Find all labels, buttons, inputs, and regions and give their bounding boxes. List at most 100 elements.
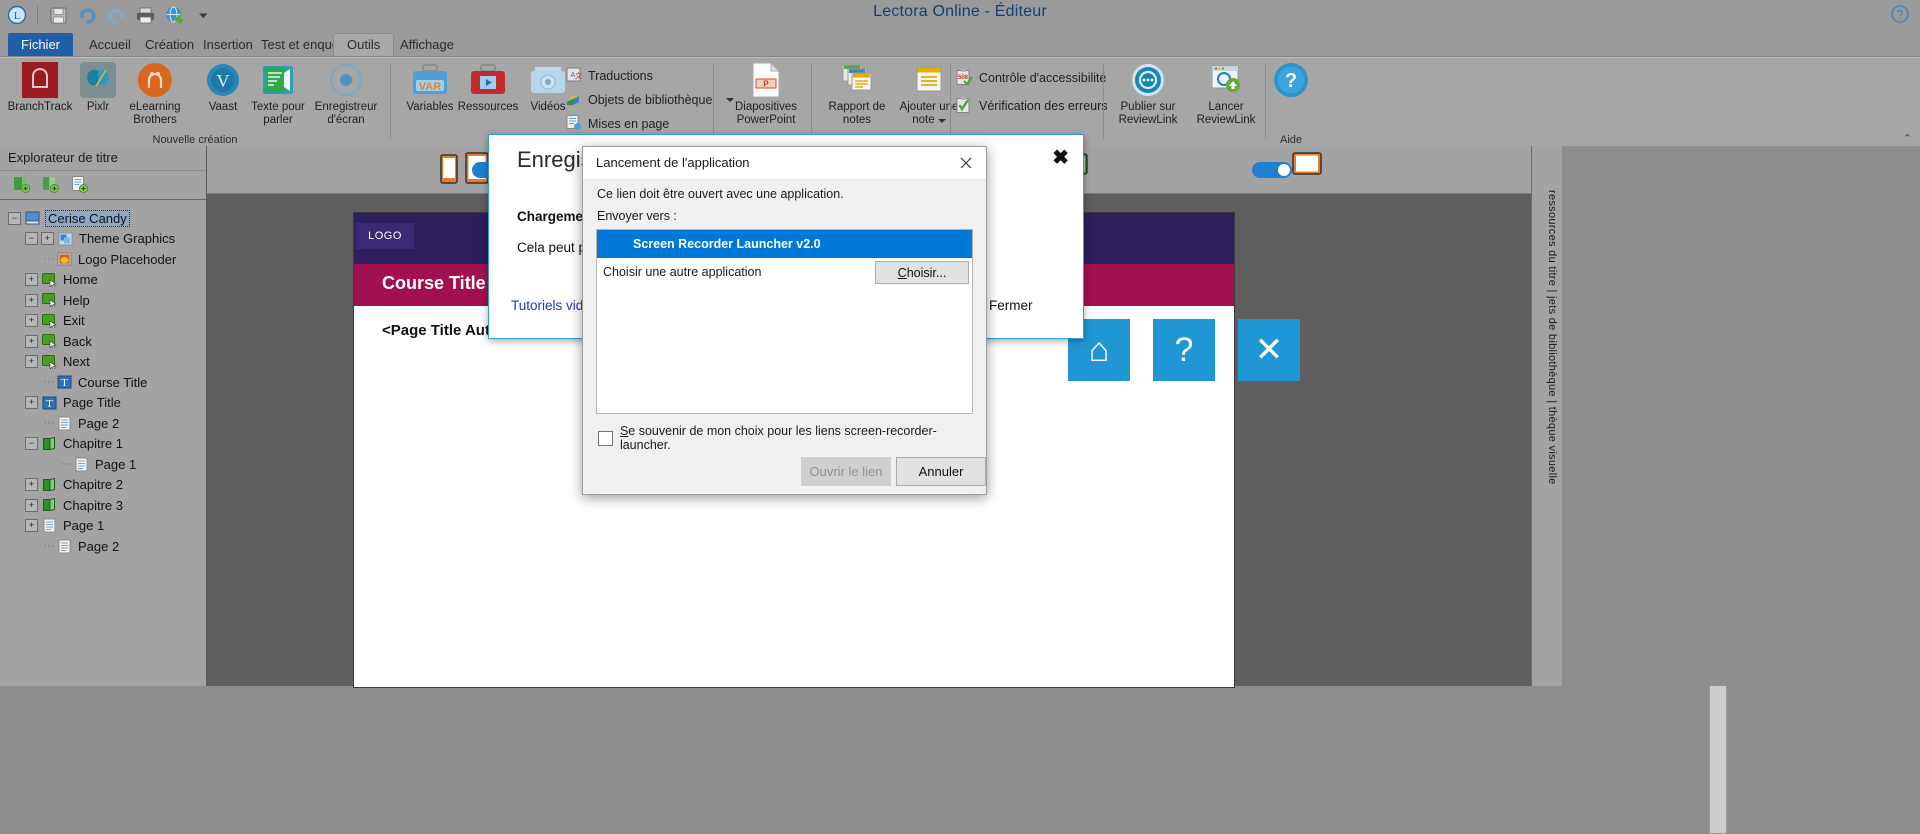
tree-expand-toggle[interactable]: + [25, 355, 38, 369]
tree-item-home[interactable]: + Home [0, 270, 206, 291]
chapter-icon [41, 477, 58, 492]
application-option-other[interactable]: Choisir une autre application Choisir... [597, 258, 972, 286]
tree-item-logo-placehoder[interactable]: ··· Logo Placehoder [0, 249, 206, 270]
theme-graphics-icon [57, 231, 74, 246]
add-page-icon[interactable] [70, 174, 89, 196]
tree-item-label: Exit [63, 313, 85, 329]
tree-item-back[interactable]: + Back [0, 331, 206, 352]
tree-item-exit[interactable]: + Exit [0, 311, 206, 332]
device-landscape-icon[interactable] [1292, 152, 1322, 179]
svg-text:?: ? [1897, 8, 1904, 22]
tree-item-page-2[interactable]: ··· Page 2 [0, 413, 206, 434]
ribbon-button-lancer-reviewlink[interactable]: Lancer ReviewLink [1183, 61, 1269, 127]
tree-item-label: Help [63, 292, 90, 308]
tree-item-course-title[interactable]: ··· T Course Title [0, 372, 206, 393]
screen-recorder-icon [308, 61, 384, 99]
ribbon-button-traductions[interactable]: A文 Traductions [565, 65, 653, 87]
chevron-down-icon[interactable] [937, 119, 946, 123]
ribbon-button-mises-en-page[interactable]: Mises en page [565, 113, 669, 135]
application-option-screen-recorder[interactable]: Screen Recorder Launcher v2.0 [597, 230, 972, 258]
tree-expand-toggle[interactable]: + [25, 519, 38, 533]
tree-item-label: Page Title [63, 395, 121, 411]
tree-item-label: Logo Placehoder [78, 251, 177, 267]
ribbon-collapse-icon[interactable]: ⌃ [1903, 132, 1912, 145]
ribbon-button-elearning-brothers[interactable]: eLearning Brothers [117, 61, 193, 127]
ribbon-button-controle-accessibilite[interactable]: 508 Contrôle d'accessibilité [955, 67, 1106, 89]
choose-application-button[interactable]: Choisir... [875, 261, 969, 284]
remember-choice-checkbox[interactable] [598, 430, 613, 446]
tab-fichier[interactable]: Fichier [8, 33, 74, 56]
tree-item-cerise-candy[interactable]: − Cerise Candy [0, 208, 206, 229]
tree-expand-toggle[interactable]: + [25, 478, 38, 492]
tree-item-theme-graphics[interactable]: − + Theme Graphics [0, 229, 206, 250]
screen-recorder-dialog-body: Cela peut pr [517, 240, 591, 255]
ribbon-button-texte-pour-parler[interactable]: Texte pour parler [240, 61, 316, 127]
tab-outils[interactable]: Outils [333, 33, 395, 56]
page-logo-placeholder: LOGO [356, 223, 414, 249]
tree-item-label: Back [63, 333, 92, 349]
tree-expand-toggle[interactable]: + [25, 396, 38, 410]
device-toggle-2[interactable] [1252, 162, 1292, 178]
video-tutorials-link[interactable]: Tutoriels vid [511, 298, 583, 313]
right-rail-label: ressources du titre | jets de bibliothèq… [1546, 190, 1558, 485]
chapter-icon [41, 436, 58, 451]
ribbon-button-diapositives-powerpoint[interactable]: P Diapositives PowerPoint [724, 61, 808, 127]
tree-item-next[interactable]: + Next [0, 352, 206, 373]
close-icon[interactable]: ✖ [1052, 145, 1069, 170]
tree-item-label: Chapitre 3 [63, 497, 123, 513]
svg-text:V: V [217, 71, 230, 91]
tree-item-page-1[interactable]: + Page 1 [0, 516, 206, 537]
help-nav-button[interactable]: ? [1153, 319, 1215, 381]
tree-item-chapitre-3[interactable]: + Chapitre 3 [0, 495, 206, 516]
ribbon-divider [713, 63, 714, 139]
tree-item-page-1[interactable]: ··· Page 1 [0, 454, 206, 475]
add-section-icon[interactable] [41, 174, 60, 196]
tree-expand-toggle[interactable]: + [25, 498, 38, 512]
ribbon-button-publier-reviewlink[interactable]: Publier sur ReviewLink [1105, 61, 1191, 127]
remember-choice-checkbox-row[interactable]: Se souvenir de mon choix pour les liens … [598, 424, 986, 452]
elearning-brothers-icon [117, 61, 193, 99]
tree-line: ··· [43, 253, 55, 266]
ribbon-button-aide[interactable]: ? [1267, 61, 1315, 101]
ribbon-group-reviewlink: Publier sur ReviewLink Lancer ReviewLink [1105, 57, 1265, 147]
ribbon-label: Traductions [588, 69, 653, 83]
device-phone-icon[interactable] [440, 154, 458, 187]
tree-expand-toggle[interactable]: + [25, 314, 38, 328]
title-explorer-header: Explorateur de titre [0, 146, 206, 171]
tree-expand-toggle[interactable]: + [25, 273, 38, 287]
ribbon-button-rapport-de-notes[interactable]: Rapport de notes [818, 61, 896, 127]
tree-item-label: Chapitre 2 [63, 477, 123, 493]
tree-collapse-toggle[interactable]: − [25, 232, 38, 246]
tree-item-chapitre-1[interactable]: − Chapitre 1 [0, 434, 206, 455]
tree-expand-toggle[interactable]: + [25, 293, 38, 307]
cancel-button[interactable]: Annuler [896, 457, 986, 486]
tree-collapse-toggle[interactable]: − [8, 211, 21, 225]
fermer-button[interactable]: Fermer [989, 298, 1033, 313]
tree-line: ··· [60, 458, 72, 471]
error-check-icon [955, 96, 973, 117]
window-help-icon[interactable]: ? [1890, 4, 1910, 24]
tree-item-page-title[interactable]: + T Page Title [0, 393, 206, 414]
application-list[interactable]: Screen Recorder Launcher v2.0 Choisir un… [596, 229, 973, 414]
tree-collapse-toggle[interactable]: − [25, 437, 38, 451]
open-link-button[interactable]: Ouvrir le lien [801, 457, 891, 486]
powerpoint-icon: P [724, 61, 808, 99]
ribbon-button-verification-erreurs[interactable]: Vérification des erreurs [955, 95, 1108, 117]
outer-background-right [1562, 146, 1920, 686]
tree-item-page-2[interactable]: ··· Page 2 [0, 536, 206, 557]
tree-item-label: Course Title [78, 374, 148, 390]
ribbon-label: Lancer ReviewLink [1196, 101, 1256, 126]
close-nav-button[interactable]: ✕ [1238, 319, 1300, 381]
ribbon-button-enregistreur-decran[interactable]: Enregistreur d'écran [308, 61, 384, 127]
tree-item-chapitre-2[interactable]: + Chapitre 2 [0, 475, 206, 496]
close-icon[interactable] [955, 152, 977, 174]
ribbon-label: Contrôle d'accessibilité [979, 71, 1107, 85]
tree-expand-toggle[interactable]: + [41, 232, 54, 246]
ribbon-button-objets-bibliotheque[interactable]: Objets de bibliothèque [565, 89, 735, 111]
tab-affichage[interactable]: Affichage [387, 33, 467, 56]
tree-expand-toggle[interactable]: + [25, 334, 38, 348]
title-explorer-tree[interactable]: − Cerise Candy − + Theme Graphics ··· Logo Pla… [0, 200, 206, 557]
right-rail-panel[interactable]: ressources du titre | jets de bibliothèq… [1531, 146, 1562, 686]
add-chapter-icon[interactable] [12, 174, 31, 196]
tree-item-help[interactable]: + Help [0, 290, 206, 311]
